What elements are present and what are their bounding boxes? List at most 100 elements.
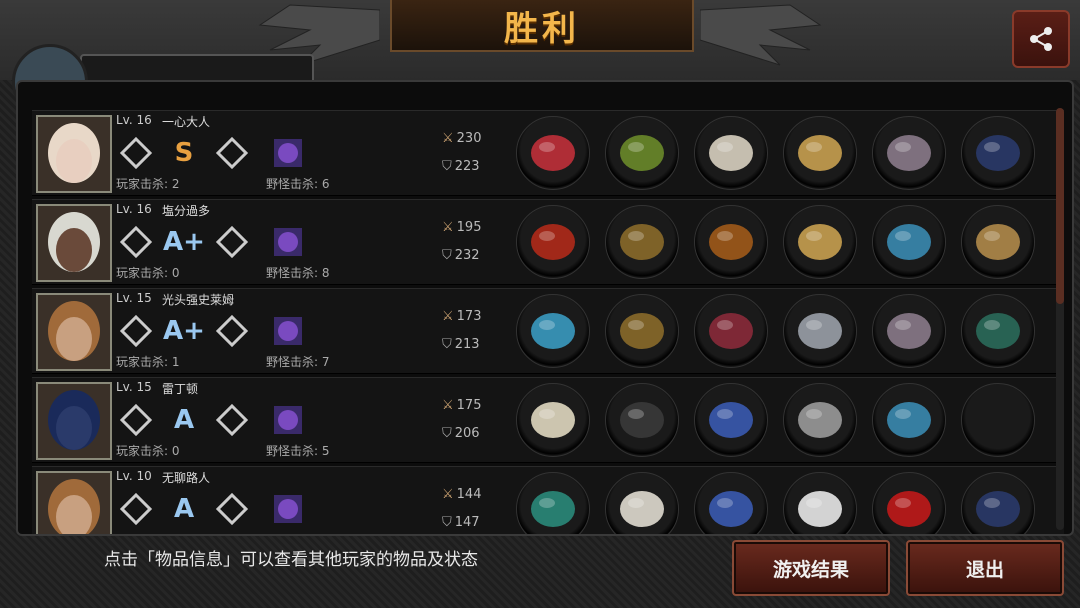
player-portrait[interactable]	[36, 293, 112, 371]
player-portrait[interactable]	[36, 471, 112, 534]
skill-slot[interactable]	[214, 313, 250, 349]
attack-stat: ⚔ 173	[442, 309, 481, 324]
item-slot[interactable]	[872, 116, 946, 190]
grade-badge: S	[174, 138, 194, 168]
scrollbar-thumb[interactable]	[1056, 108, 1064, 304]
share-button[interactable]	[1012, 10, 1070, 68]
monster-kills: 野怪击杀: 8	[266, 266, 330, 280]
item-slot[interactable]	[605, 383, 679, 457]
item-slot[interactable]	[872, 294, 946, 368]
sneakers-icon	[887, 224, 931, 260]
player-portrait[interactable]	[36, 115, 112, 193]
swords-icon: ⚔	[442, 398, 454, 413]
item-slot[interactable]	[961, 294, 1035, 368]
player-row[interactable]: Lv. 15 雷丁顿 A 玩家击杀: 0 野怪击杀: 5 ⚔ 175 ⛉ 206	[32, 377, 1064, 463]
defense-stat: ⛉ 147	[442, 515, 480, 530]
item-slot[interactable]	[605, 205, 679, 279]
flag-icon	[976, 491, 1020, 527]
item-slot[interactable]	[872, 383, 946, 457]
item-slot[interactable]	[783, 205, 857, 279]
item-slot[interactable]	[961, 116, 1035, 190]
item-slot[interactable]	[605, 294, 679, 368]
skill-slot[interactable]	[214, 402, 250, 438]
skill-slot[interactable]	[118, 135, 154, 171]
item-slot[interactable]	[961, 205, 1035, 279]
item-slot[interactable]	[872, 472, 946, 534]
skill-slot[interactable]	[270, 402, 306, 438]
item-slot[interactable]	[872, 205, 946, 279]
defense-stat: ⛉ 206	[442, 426, 480, 441]
item-slot[interactable]	[783, 472, 857, 534]
player-kills: 玩家击杀: 2	[116, 177, 180, 191]
swords-icon: ⚔	[442, 487, 454, 502]
monster-kills: 野怪击杀: 6	[266, 177, 330, 191]
shield-stat-icon: ⛉	[442, 159, 452, 174]
item-slot[interactable]	[783, 116, 857, 190]
attack-value: 230	[456, 131, 482, 146]
player-kills: 玩家击杀: 0	[116, 266, 180, 280]
item-slot[interactable]	[516, 294, 590, 368]
skill-slot[interactable]	[214, 135, 250, 171]
skill-slot[interactable]	[270, 135, 306, 171]
skill-slot[interactable]: A+	[163, 224, 205, 260]
player-row[interactable]: Lv. 16 塩分過多 A+ 玩家击杀: 0 野怪击杀: 8 ⚔ 195 ⛉ 232	[32, 199, 1064, 285]
glove-icon	[531, 224, 575, 260]
skill-slot[interactable]	[118, 491, 154, 527]
player-row[interactable]: Lv. 15 光头强史莱姆 A+ 玩家击杀: 1 野怪击杀: 7 ⚔ 173 ⛉ 213	[32, 288, 1064, 374]
scrollbar[interactable]	[1056, 108, 1064, 530]
defense-value: 223	[454, 159, 480, 174]
skill-slot[interactable]: A	[166, 402, 202, 438]
game-result-button[interactable]: 游戏结果	[732, 540, 890, 596]
skill-slot[interactable]	[270, 224, 306, 260]
skill-slot[interactable]: A	[166, 491, 202, 527]
player-name: 光头强史莱姆	[162, 293, 235, 307]
bracelet-icon	[798, 224, 842, 260]
grade-badge: A	[173, 494, 195, 524]
shield-stat-icon: ⛉	[442, 426, 452, 441]
player-row[interactable]: Lv. 10 无聊路人 A ⚔ 144 ⛉ 147	[32, 466, 1064, 534]
mask-icon	[620, 491, 664, 527]
bat-icon	[120, 404, 152, 436]
item-slot[interactable]	[694, 294, 768, 368]
player-portrait[interactable]	[36, 204, 112, 282]
item-slot[interactable]	[516, 205, 590, 279]
monster-icon	[274, 495, 302, 523]
player-name: 雷丁顿	[162, 382, 199, 396]
item-slot[interactable]	[516, 472, 590, 534]
exit-button[interactable]: 退出	[906, 540, 1064, 596]
skill-slot[interactable]	[270, 491, 306, 527]
item-slot[interactable]	[694, 116, 768, 190]
item-slot[interactable]	[694, 383, 768, 457]
fist-icon	[120, 226, 152, 258]
monster-icon	[274, 139, 302, 167]
skill-slot[interactable]	[118, 313, 154, 349]
diamond-icon	[216, 404, 248, 436]
mask-icon	[216, 137, 248, 169]
skill-slot[interactable]	[214, 224, 250, 260]
skill-slot[interactable]	[214, 491, 250, 527]
player-portrait[interactable]	[36, 382, 112, 460]
rapier-icon	[120, 493, 152, 525]
skill-slot[interactable]	[270, 313, 306, 349]
player-name: 塩分過多	[162, 204, 211, 218]
item-slot[interactable]	[783, 383, 857, 457]
item-slot[interactable]	[961, 383, 1035, 457]
item-slot[interactable]	[516, 116, 590, 190]
item-slot[interactable]	[605, 472, 679, 534]
scope-icon	[976, 313, 1020, 349]
vest-icon	[709, 313, 753, 349]
item-slot[interactable]	[605, 116, 679, 190]
item-slot[interactable]	[961, 472, 1035, 534]
rapier-icon	[120, 315, 152, 347]
skill-slot[interactable]	[118, 224, 154, 260]
item-slot[interactable]	[694, 205, 768, 279]
item-slot[interactable]	[516, 383, 590, 457]
skill-slot[interactable]	[118, 402, 154, 438]
skill-slot[interactable]: A+	[163, 313, 205, 349]
player-row[interactable]: Lv. 16 一心大人 S 玩家击杀: 2 野怪击杀: 6 ⚔ 230 ⛉ 223	[32, 110, 1064, 196]
trident-icon	[531, 491, 575, 527]
skill-slot[interactable]: S	[166, 135, 202, 171]
defense-value: 206	[454, 426, 480, 441]
item-slot[interactable]	[694, 472, 768, 534]
item-slot[interactable]	[783, 294, 857, 368]
